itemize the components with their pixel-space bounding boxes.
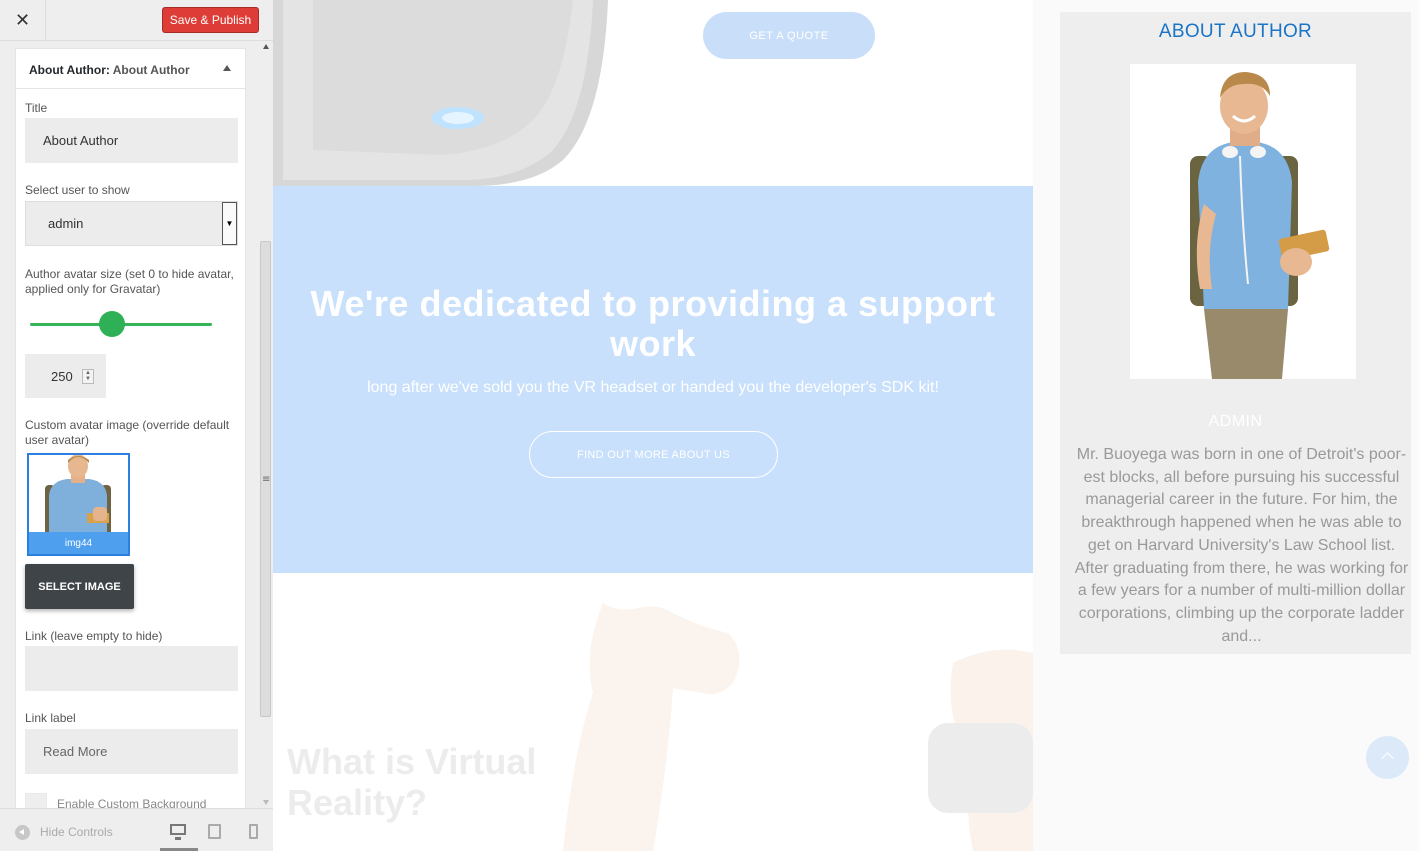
image-caption: img44 bbox=[29, 532, 128, 554]
site-preview: GET A QUOTE We're dedicated to providing… bbox=[273, 0, 1419, 851]
user-select-value: admin bbox=[48, 216, 84, 231]
dropdown-arrow-icon[interactable]: ▼ bbox=[222, 202, 237, 245]
avatar-size-slider-handle[interactable] bbox=[99, 311, 125, 337]
student-photo bbox=[1130, 64, 1356, 379]
tablet-preview-icon[interactable] bbox=[208, 824, 221, 839]
vr-headset-image bbox=[273, 0, 608, 186]
get-quote-button[interactable]: GET A QUOTE bbox=[703, 12, 875, 59]
preview-sidebar: ABOUT AUTHOR ADMIN Mr. Buoyega was born … bbox=[1033, 0, 1419, 851]
vr-section-heading: What is Virtual Reality? bbox=[287, 741, 537, 823]
selected-image-thumbnail[interactable]: img44 bbox=[27, 453, 130, 556]
number-spinner-icon[interactable]: ▲ ▼ bbox=[82, 369, 94, 384]
author-bio: Mr. Buoyega was born in one of Detroit's… bbox=[1074, 446, 1409, 645]
link-label: Link (leave empty to hide) bbox=[25, 629, 163, 643]
hide-controls-icon[interactable] bbox=[15, 825, 30, 840]
title-input[interactable]: About Author bbox=[25, 118, 238, 163]
mobile-preview-icon[interactable] bbox=[249, 824, 258, 839]
back-to-top-button[interactable] bbox=[1366, 736, 1409, 779]
widget-settings-panel: About Author: About Author Title About A… bbox=[15, 48, 246, 808]
link-label-input[interactable]: Read More bbox=[25, 729, 238, 774]
panel-header[interactable]: About Author: About Author bbox=[16, 49, 245, 89]
user-select-label: Select user to show bbox=[25, 183, 130, 197]
author-name: ADMIN bbox=[1208, 413, 1263, 430]
scroll-up-arrow-icon[interactable] bbox=[263, 44, 269, 49]
about-author-widget: ABOUT AUTHOR ADMIN Mr. Buoyega was born … bbox=[1060, 12, 1411, 654]
panel-title-name: About Author bbox=[112, 63, 190, 77]
desktop-preview-icon[interactable] bbox=[170, 824, 186, 840]
avatar-size-label: Author avatar size (set 0 to hide avatar… bbox=[25, 267, 234, 296]
collapse-arrow-icon[interactable] bbox=[223, 65, 231, 71]
link-input[interactable] bbox=[25, 646, 238, 691]
resize-grip-icon[interactable]: ≡ bbox=[262, 474, 270, 485]
band-heading: We're dedicated to providing a support w… bbox=[310, 283, 996, 364]
author-avatar bbox=[1130, 64, 1356, 379]
support-band: We're dedicated to providing a support w… bbox=[273, 186, 1033, 573]
close-button[interactable]: ✕ bbox=[0, 0, 46, 40]
scroll-down-arrow-icon[interactable] bbox=[263, 800, 269, 805]
widget-title: ABOUT AUTHOR bbox=[1158, 21, 1313, 42]
hide-controls-label[interactable]: Hide Controls bbox=[40, 825, 113, 839]
find-out-more-button[interactable]: FIND OUT MORE ABOUT US bbox=[529, 431, 778, 478]
customizer-header: ✕ Save & Publish bbox=[0, 0, 273, 41]
panel-title-prefix: About Author: bbox=[29, 63, 110, 77]
save-publish-button[interactable]: Save & Publish bbox=[162, 7, 259, 33]
panel-title: About Author: About Author bbox=[29, 63, 190, 77]
controls-scroll-area: About Author: About Author Title About A… bbox=[0, 41, 273, 808]
sidebar-scrollbar[interactable] bbox=[259, 41, 273, 808]
customizer-footer: Hide Controls bbox=[0, 808, 273, 851]
hero-section: GET A QUOTE bbox=[273, 0, 1033, 186]
select-image-button[interactable]: SELECT IMAGE bbox=[25, 564, 134, 609]
vr-section: What is Virtual Reality? bbox=[273, 573, 1033, 851]
custom-background-label: Enable Custom Background bbox=[57, 797, 207, 808]
band-subheading: long after we've sold you the VR headset… bbox=[367, 379, 939, 396]
title-label: Title bbox=[25, 101, 48, 115]
link-label-label: Link label bbox=[25, 711, 76, 725]
customizer-sidebar: ✕ Save & Publish About Author: About Aut… bbox=[0, 0, 273, 851]
custom-background-checkbox[interactable] bbox=[25, 793, 47, 808]
user-select[interactable]: admin ▼ bbox=[25, 201, 238, 246]
custom-avatar-label: Custom avatar image (override default us… bbox=[25, 418, 230, 447]
